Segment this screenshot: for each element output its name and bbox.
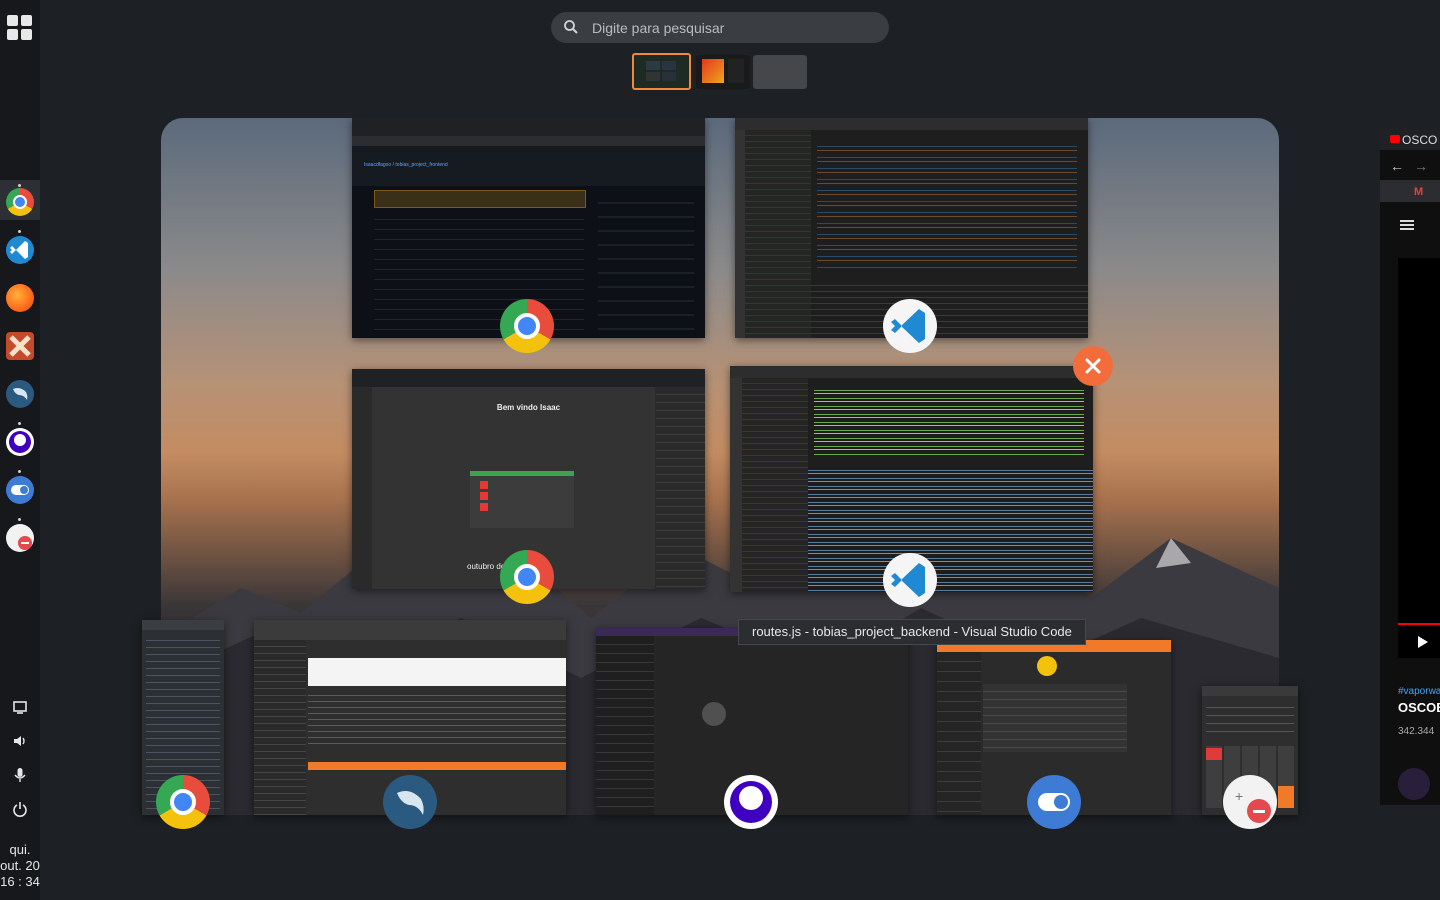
peek-hashtag[interactable]: #vaporwav xyxy=(1398,686,1440,697)
peek-tab-title: OSCO xyxy=(1402,133,1438,147)
forward-arrow-icon: → xyxy=(1414,158,1428,174)
running-indicator xyxy=(18,184,21,187)
chrome-icon xyxy=(156,775,210,829)
close-icon xyxy=(1085,358,1101,374)
workspace-thumbnail-3[interactable] xyxy=(753,55,807,89)
calculator-icon[interactable] xyxy=(6,524,34,552)
microphone-icon[interactable] xyxy=(11,766,29,784)
running-indicator xyxy=(18,230,21,233)
vscode-icon[interactable] xyxy=(6,236,34,264)
vscode-icon xyxy=(883,299,937,353)
clock[interactable]: qui. out. 20 16 : 34 xyxy=(0,842,40,890)
channel-avatar[interactable] xyxy=(1398,768,1430,800)
power-icon[interactable] xyxy=(11,800,29,818)
running-indicator xyxy=(18,470,21,473)
window-title-tooltip: routes.js - tobias_project_backend - Vis… xyxy=(738,619,1086,645)
peek-views: 342.344 xyxy=(1398,726,1435,737)
clock-date: out. 20 xyxy=(0,858,40,873)
chrome-icon xyxy=(500,299,554,353)
toggle-icon xyxy=(1027,775,1081,829)
next-workspace-peek[interactable]: OSCO ← → M #vaporwav OSCOB 342.344 xyxy=(1380,128,1440,805)
running-indicator xyxy=(18,422,21,425)
toggle-icon[interactable] xyxy=(6,476,34,504)
workspace-thumbnail-1[interactable] xyxy=(632,53,691,90)
gmail-icon: M xyxy=(1414,186,1424,198)
chrome-icon xyxy=(500,550,554,604)
repo-title: Isaacdfagoo / tobias_project_frontend xyxy=(364,162,448,168)
app-launcher-icon[interactable] xyxy=(7,15,33,41)
running-indicator xyxy=(18,518,21,521)
mysql-workbench-icon[interactable] xyxy=(6,380,34,408)
dock: qui. out. 20 16 : 34 xyxy=(0,0,40,900)
volume-icon[interactable] xyxy=(11,732,29,750)
firefox-icon[interactable] xyxy=(6,284,34,312)
insomnia-icon xyxy=(724,775,778,829)
search-placeholder: Digite para pesquisar xyxy=(592,20,725,36)
clock-time: 16 : 34 xyxy=(0,874,40,889)
peek-video-title: OSCOB xyxy=(1398,700,1440,715)
search-bar[interactable]: Digite para pesquisar xyxy=(551,12,889,43)
search-icon xyxy=(564,20,578,34)
tobias-heading: Bem vindo Isaac xyxy=(496,403,561,412)
workspace-thumbnail-2[interactable] xyxy=(696,55,750,89)
x-app-icon[interactable] xyxy=(6,332,34,360)
clock-day: qui. xyxy=(9,842,31,857)
tobias-footer: outubro de xyxy=(467,562,506,571)
back-arrow-icon: ← xyxy=(1390,158,1404,174)
vscode-icon xyxy=(883,553,937,607)
youtube-icon xyxy=(1390,135,1400,143)
chrome-icon[interactable] xyxy=(6,188,34,216)
close-window-button[interactable] xyxy=(1073,346,1113,386)
display-icon[interactable] xyxy=(11,698,29,716)
insomnia-icon[interactable] xyxy=(6,428,34,456)
mysql-workbench-icon xyxy=(383,775,437,829)
calculator-icon: + xyxy=(1223,775,1277,829)
play-icon[interactable] xyxy=(1418,636,1428,648)
